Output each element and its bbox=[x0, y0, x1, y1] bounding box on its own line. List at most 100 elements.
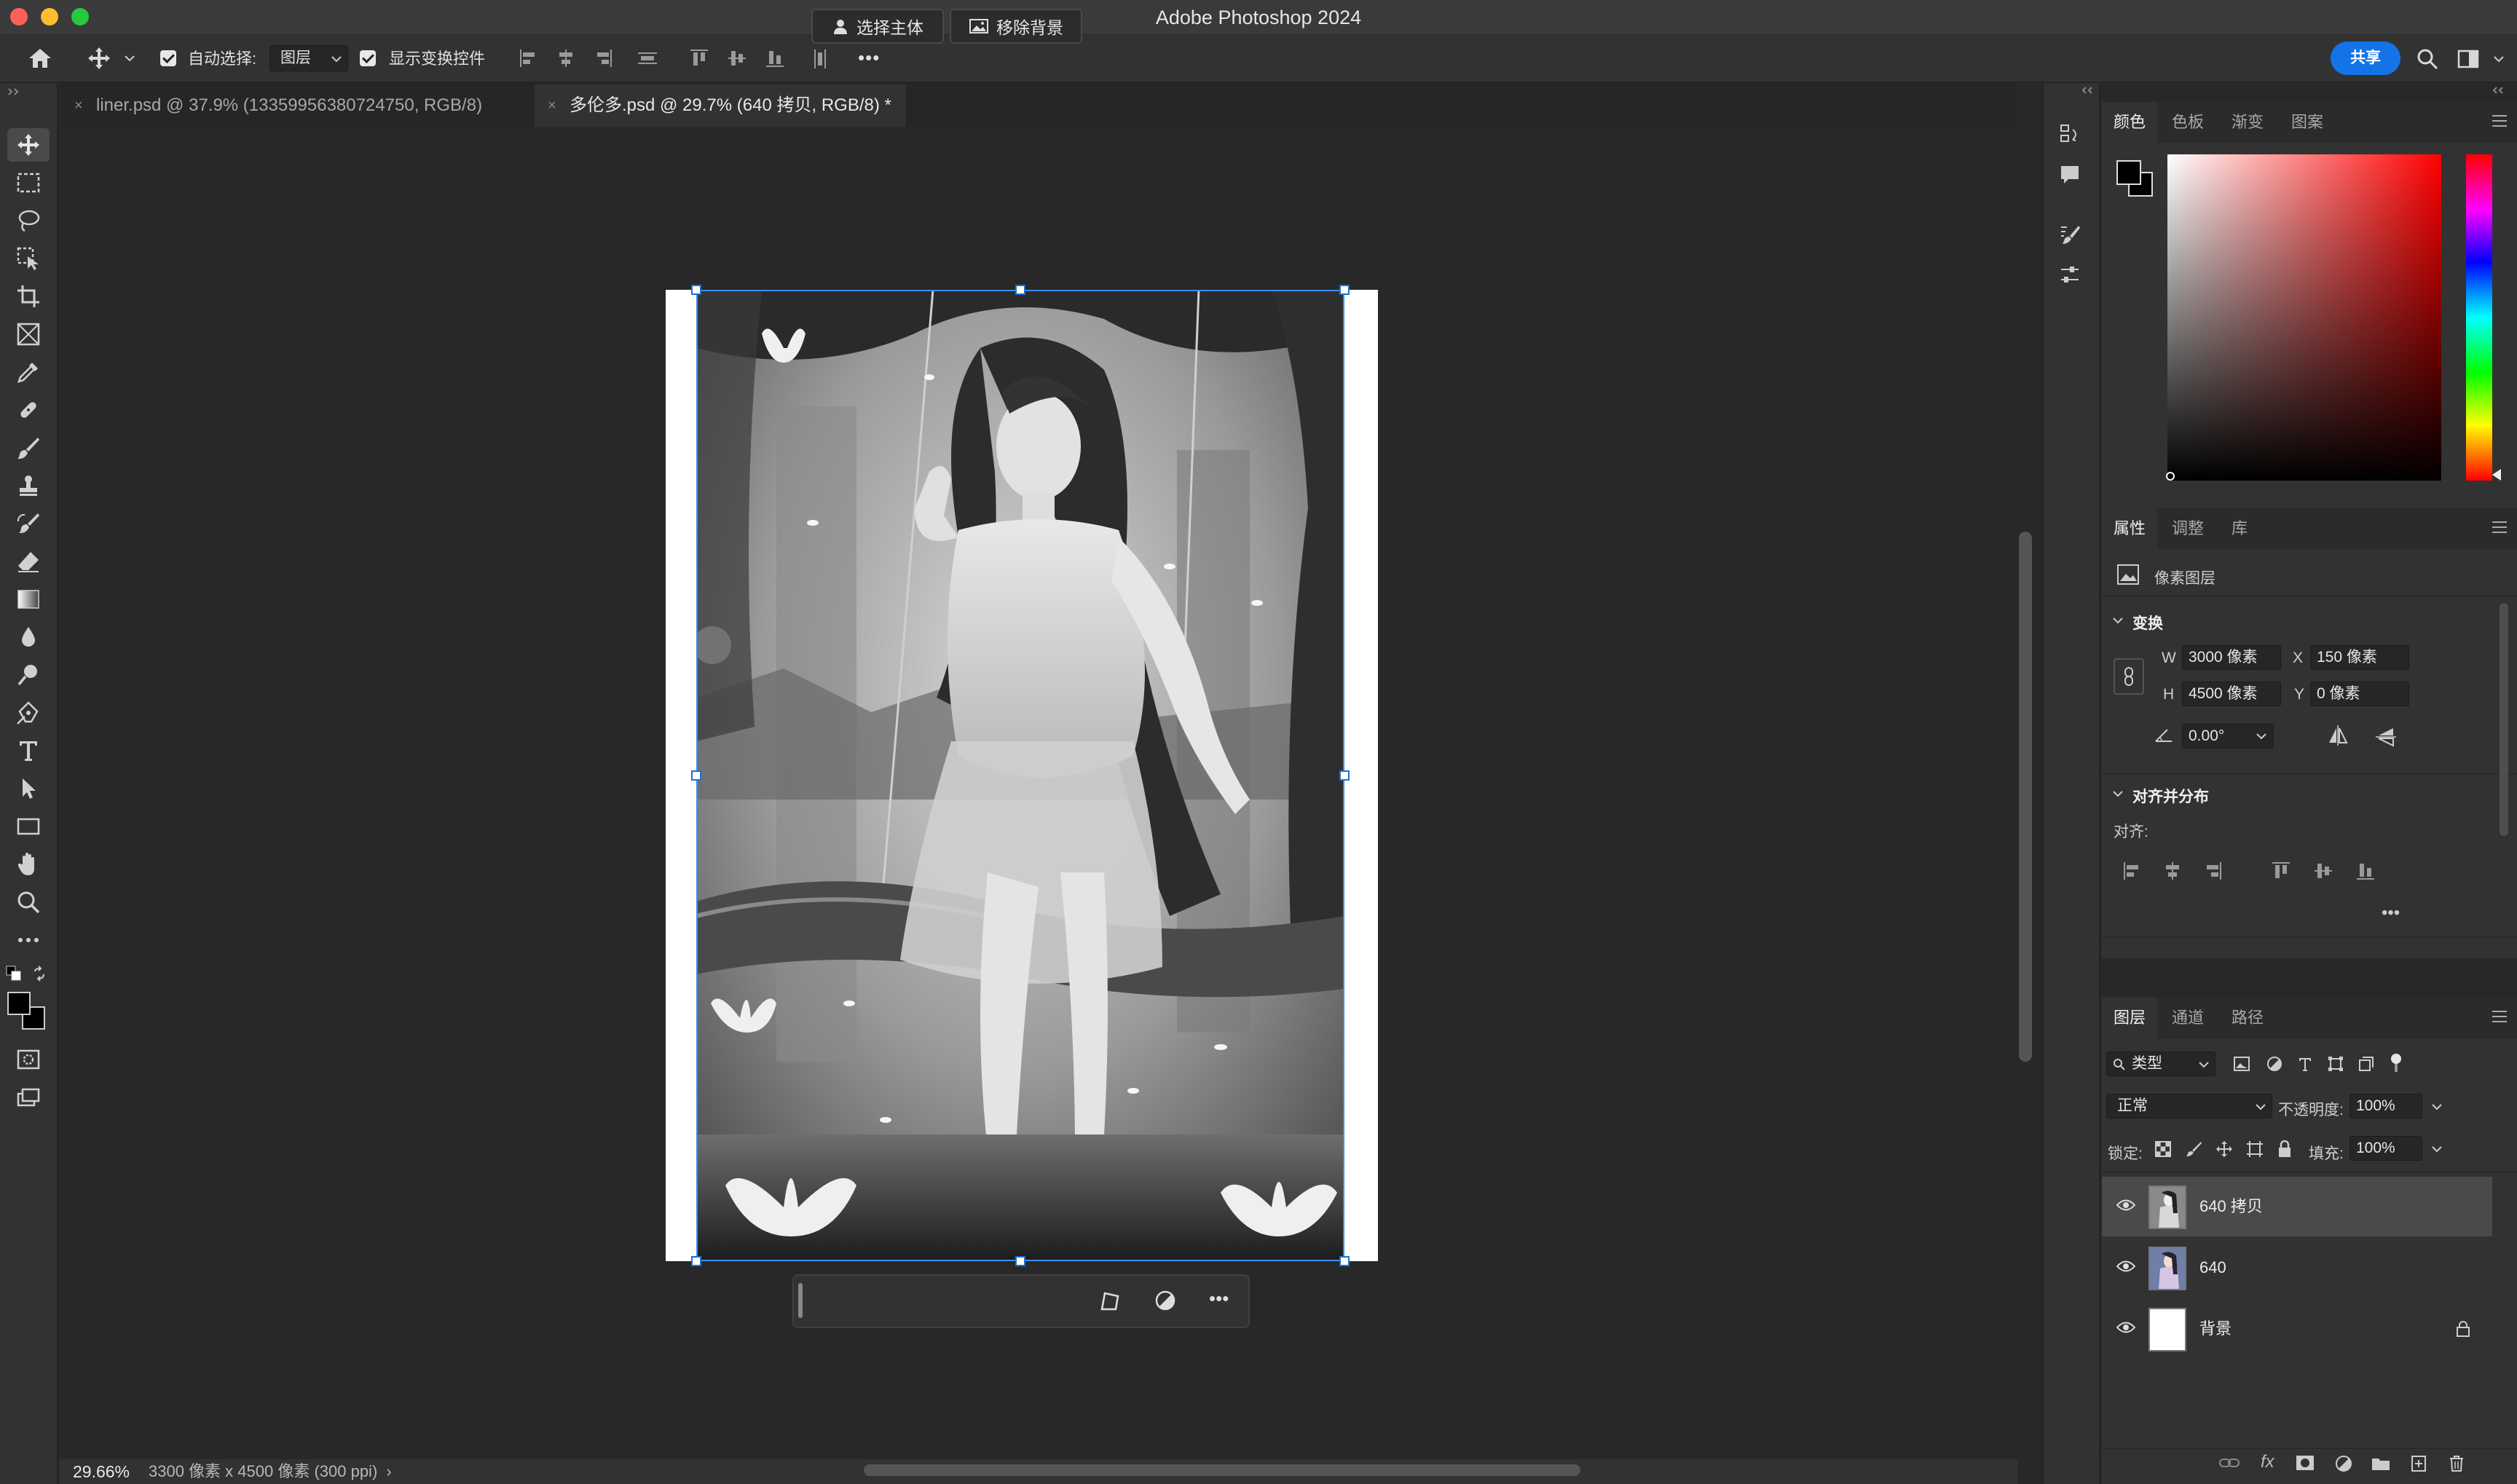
filter-adjustment-icon[interactable] bbox=[2266, 1056, 2282, 1072]
align-center-icon[interactable] bbox=[2163, 861, 2182, 881]
home-icon[interactable] bbox=[22, 44, 58, 73]
link-layers-icon[interactable] bbox=[2218, 1456, 2240, 1469]
transform-section-title[interactable]: 变换 bbox=[2132, 612, 2163, 634]
adjustment-icon[interactable] bbox=[1154, 1289, 1177, 1312]
blur-tool[interactable] bbox=[7, 620, 50, 654]
document-tab-liner[interactable]: × liner.psd @ 37.9% (13359956380724750, … bbox=[61, 84, 497, 127]
brush-settings-panel-icon[interactable] bbox=[2058, 223, 2081, 246]
layer-name[interactable]: 640 bbox=[2199, 1238, 2226, 1298]
document-tab-toronto[interactable]: × 多伦多.psd @ 29.7% (640 拷贝, RGB/8) * bbox=[535, 84, 906, 127]
panel-menu-icon[interactable] bbox=[2492, 1011, 2507, 1026]
layer-style-fx-button[interactable]: fx bbox=[2261, 1452, 2274, 1472]
transform-handle-bottom[interactable] bbox=[1015, 1256, 1025, 1266]
eye-icon[interactable] bbox=[2116, 1260, 2135, 1273]
new-group-folder-icon[interactable] bbox=[2371, 1456, 2390, 1471]
close-icon[interactable]: × bbox=[74, 84, 83, 127]
transform-handle-bottom-left[interactable] bbox=[691, 1256, 701, 1266]
distribute-vertical-icon[interactable] bbox=[810, 48, 829, 70]
chevron-down-icon[interactable] bbox=[121, 44, 138, 73]
lock-artboard-icon[interactable] bbox=[2246, 1140, 2264, 1158]
eraser-tool[interactable] bbox=[7, 545, 50, 578]
rectangle-tool[interactable] bbox=[7, 810, 50, 843]
expand-toolbar-icon[interactable] bbox=[7, 87, 22, 96]
link-dimensions-button[interactable] bbox=[2114, 658, 2144, 695]
collapse-panels-icon[interactable] bbox=[2080, 86, 2095, 95]
chevron-down-icon[interactable] bbox=[2256, 733, 2266, 740]
height-field[interactable]: 4500 像素 bbox=[2182, 682, 2281, 706]
foreground-color-swatch[interactable] bbox=[7, 992, 31, 1015]
chevron-down-icon[interactable] bbox=[2494, 55, 2504, 63]
panel-menu-icon[interactable] bbox=[2492, 521, 2507, 537]
lock-all-icon[interactable] bbox=[2277, 1140, 2293, 1158]
share-button[interactable]: 共享 bbox=[2331, 42, 2400, 75]
layer-filter-select[interactable]: 类型 bbox=[2106, 1051, 2215, 1076]
width-field[interactable]: 3000 像素 bbox=[2182, 645, 2281, 670]
horizontal-scrollbar[interactable] bbox=[864, 1464, 1580, 1476]
filter-shape-icon[interactable] bbox=[2328, 1056, 2344, 1072]
type-tool[interactable] bbox=[7, 734, 50, 767]
comments-panel-icon[interactable] bbox=[2058, 163, 2081, 186]
opacity-field[interactable]: 100% bbox=[2349, 1094, 2442, 1118]
blend-mode-select[interactable]: 正常 bbox=[2106, 1094, 2272, 1118]
hue-slider[interactable] bbox=[2466, 154, 2492, 481]
chevron-down-icon[interactable] bbox=[2112, 789, 2124, 798]
zoom-level[interactable]: 29.66% bbox=[73, 1459, 130, 1484]
tab-color[interactable]: 颜色 bbox=[2102, 102, 2158, 143]
tab-adjustments[interactable]: 调整 bbox=[2160, 508, 2215, 549]
auto-select-checkbox[interactable] bbox=[160, 50, 176, 66]
eyedropper-tool[interactable] bbox=[7, 355, 50, 389]
pen-tool[interactable] bbox=[7, 696, 50, 730]
object-selection-tool[interactable] bbox=[7, 242, 50, 275]
layer-name[interactable]: 640 拷贝 bbox=[2199, 1177, 2263, 1236]
layer-row-640[interactable]: 640 bbox=[2102, 1238, 2492, 1298]
color-picker-marker[interactable] bbox=[2166, 472, 2175, 481]
show-transform-checkbox[interactable] bbox=[360, 50, 376, 66]
properties-scrollbar[interactable] bbox=[2500, 603, 2508, 836]
transform-handle-bottom-right[interactable] bbox=[1339, 1256, 1350, 1266]
transform-handle-top-left[interactable] bbox=[691, 285, 701, 295]
healing-brush-tool[interactable] bbox=[7, 393, 50, 427]
filter-smart-object-icon[interactable] bbox=[2358, 1056, 2374, 1072]
layer-row-640-copy[interactable]: 640 拷贝 bbox=[2102, 1177, 2492, 1236]
tab-properties[interactable]: 属性 bbox=[2102, 508, 2158, 549]
history-brush-tool[interactable] bbox=[7, 507, 50, 540]
gradient-tool[interactable] bbox=[7, 583, 50, 616]
filter-pixel-icon[interactable] bbox=[2233, 1056, 2250, 1072]
move-tool-icon[interactable] bbox=[83, 44, 115, 73]
align-more-button[interactable]: ••• bbox=[2382, 903, 2400, 923]
zoom-tool[interactable] bbox=[7, 885, 50, 919]
chevron-down-icon[interactable] bbox=[2112, 616, 2124, 625]
align-top-edges-icon[interactable] bbox=[689, 48, 709, 68]
transform-bounding-box[interactable] bbox=[696, 290, 1344, 1261]
add-mask-icon[interactable] bbox=[2296, 1455, 2315, 1471]
document-info[interactable]: 3300 像素 x 4500 像素 (300 ppi) › bbox=[149, 1459, 392, 1484]
eye-icon[interactable] bbox=[2116, 1321, 2135, 1334]
dodge-tool[interactable] bbox=[7, 658, 50, 692]
y-field[interactable]: 0 像素 bbox=[2310, 682, 2409, 706]
lasso-tool[interactable] bbox=[7, 204, 50, 237]
align-bottom-icon[interactable] bbox=[2355, 861, 2376, 881]
swap-colors-icon[interactable] bbox=[32, 966, 48, 982]
align-right-icon[interactable] bbox=[2204, 861, 2223, 881]
default-colors-icon[interactable] bbox=[6, 966, 22, 982]
screen-mode-tool[interactable] bbox=[7, 1081, 50, 1114]
transform-icon[interactable] bbox=[1098, 1289, 1122, 1312]
layer-name[interactable]: 背景 bbox=[2199, 1299, 2232, 1359]
x-field[interactable]: 150 像素 bbox=[2310, 645, 2409, 670]
align-distribute-section-title[interactable]: 对齐并分布 bbox=[2132, 785, 2209, 807]
hue-slider-thumb[interactable] bbox=[2492, 469, 2501, 481]
search-icon[interactable] bbox=[2416, 48, 2438, 70]
filter-toggle-icon[interactable] bbox=[2389, 1053, 2403, 1073]
history-panel-icon[interactable] bbox=[2058, 122, 2081, 146]
tab-gradients[interactable]: 渐变 bbox=[2220, 102, 2275, 143]
tab-swatches[interactable]: 色板 bbox=[2160, 102, 2215, 143]
vertical-scrollbar[interactable] bbox=[2019, 532, 2032, 1062]
lock-position-icon[interactable] bbox=[2215, 1140, 2233, 1158]
panel-menu-icon[interactable] bbox=[2492, 115, 2507, 130]
flip-vertical-icon[interactable] bbox=[2376, 725, 2396, 749]
align-left-icon[interactable] bbox=[2122, 861, 2141, 881]
transform-handle-right[interactable] bbox=[1339, 770, 1350, 781]
tab-libraries[interactable]: 库 bbox=[2220, 508, 2259, 549]
marquee-tool[interactable] bbox=[7, 166, 50, 200]
trash-icon[interactable] bbox=[2449, 1455, 2465, 1472]
